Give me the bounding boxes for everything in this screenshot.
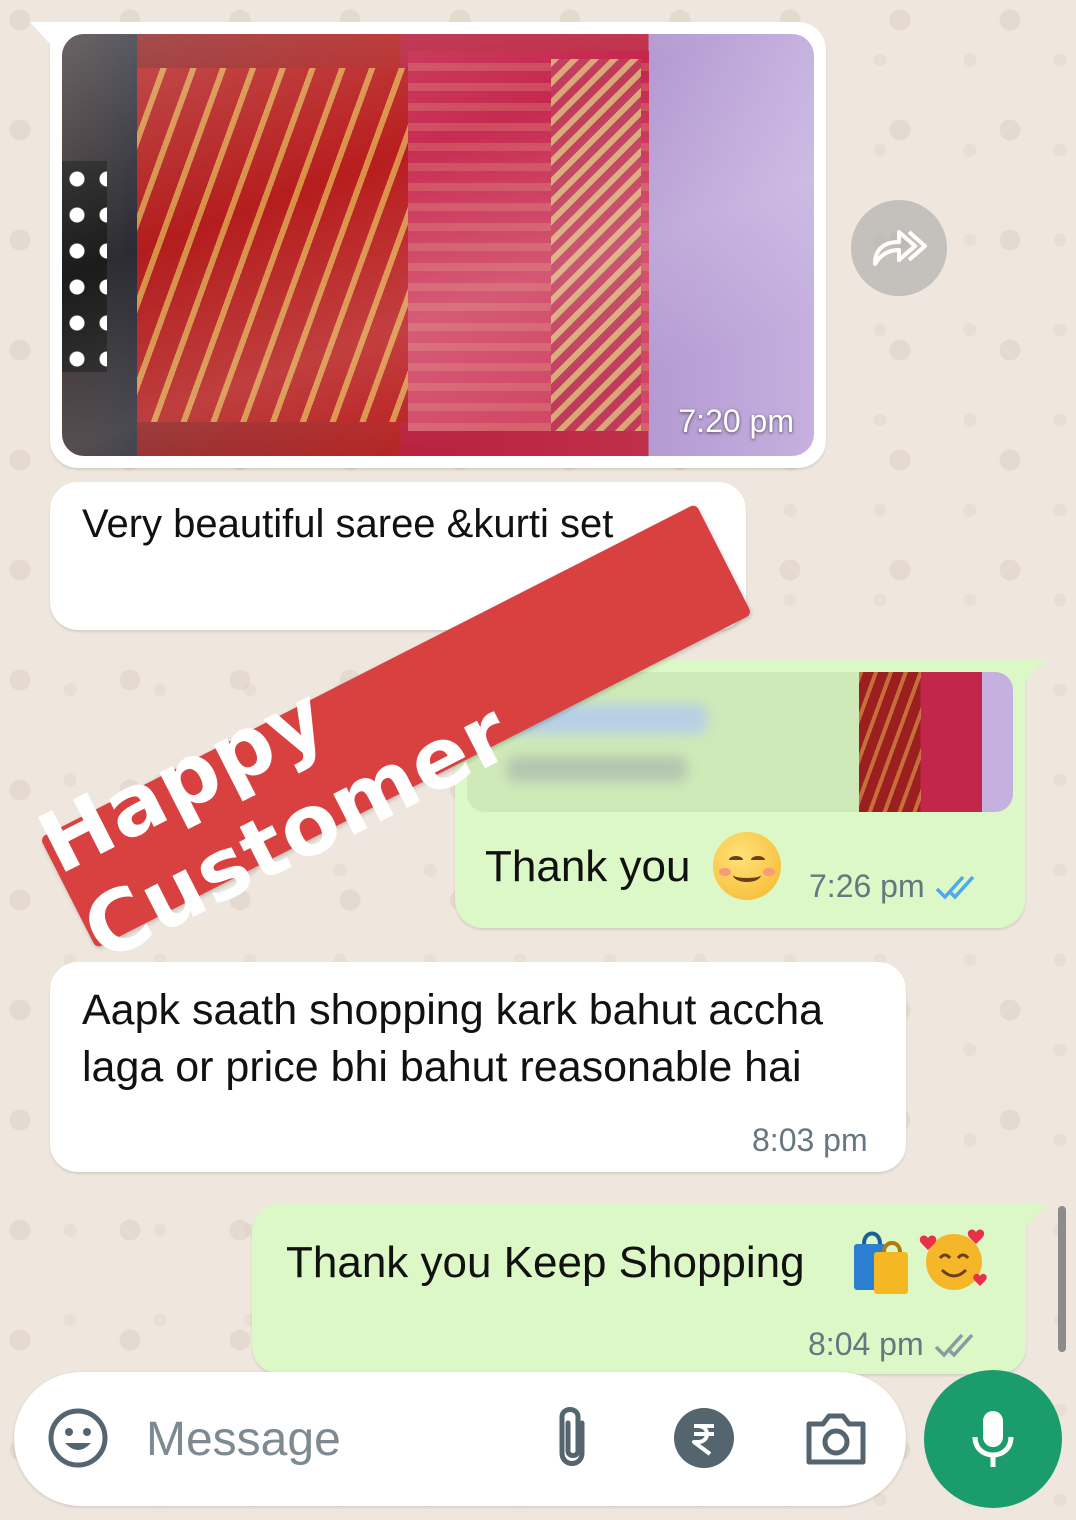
message-timestamp: 8:03 pm	[752, 1122, 868, 1158]
voice-message-button[interactable]	[924, 1370, 1062, 1508]
double-check-icon	[935, 875, 974, 900]
message-text: Thank you Keep Shopping	[286, 1238, 805, 1287]
message-text: Aapk saath shopping kark bahut accha lag…	[82, 986, 824, 1091]
emoji-icon	[48, 1408, 108, 1468]
shopping-bags-emoji	[854, 1231, 908, 1294]
message-meta: 8:04 pm	[808, 1326, 982, 1363]
emoji-button[interactable]	[46, 1406, 110, 1470]
message-input-bar[interactable]: Message	[14, 1372, 906, 1506]
forward-icon	[873, 230, 927, 266]
payment-button[interactable]	[672, 1406, 736, 1470]
smiling-face-with-hearts-emoji	[919, 1229, 987, 1290]
image-timestamp: 7:20 pm	[678, 403, 794, 439]
rupee-icon	[674, 1408, 734, 1468]
photo-plastic-sheen	[62, 34, 814, 456]
smiling-face-emoji	[713, 832, 781, 900]
message-text: Thank you	[485, 842, 691, 891]
mic-icon	[972, 1411, 1014, 1467]
saree-kurti-photo[interactable]: 7:20 pm	[62, 34, 814, 456]
scrollbar[interactable]	[1058, 1206, 1066, 1352]
incoming-message[interactable]: Aapk saath shopping kark bahut accha lag…	[50, 962, 906, 1172]
outgoing-message[interactable]: Thank you Keep Shopping 8:04 pm	[252, 1204, 1046, 1374]
double-check-icon	[934, 1333, 973, 1358]
image-message[interactable]: 7:20 pm	[30, 22, 826, 468]
message-input[interactable]: Message	[146, 1412, 341, 1467]
forward-button[interactable]	[851, 200, 947, 296]
camera-icon	[806, 1413, 866, 1465]
message-timestamp: 8:04 pm	[808, 1326, 924, 1362]
message-meta: 7:26 pm	[809, 868, 983, 905]
paperclip-icon	[559, 1407, 585, 1466]
camera-button[interactable]	[804, 1406, 868, 1470]
message-meta: 8:03 pm	[752, 1122, 868, 1159]
quoted-photo-thumbnail	[859, 672, 1013, 812]
attach-button[interactable]	[540, 1406, 604, 1470]
message-timestamp: 7:26 pm	[809, 868, 925, 904]
